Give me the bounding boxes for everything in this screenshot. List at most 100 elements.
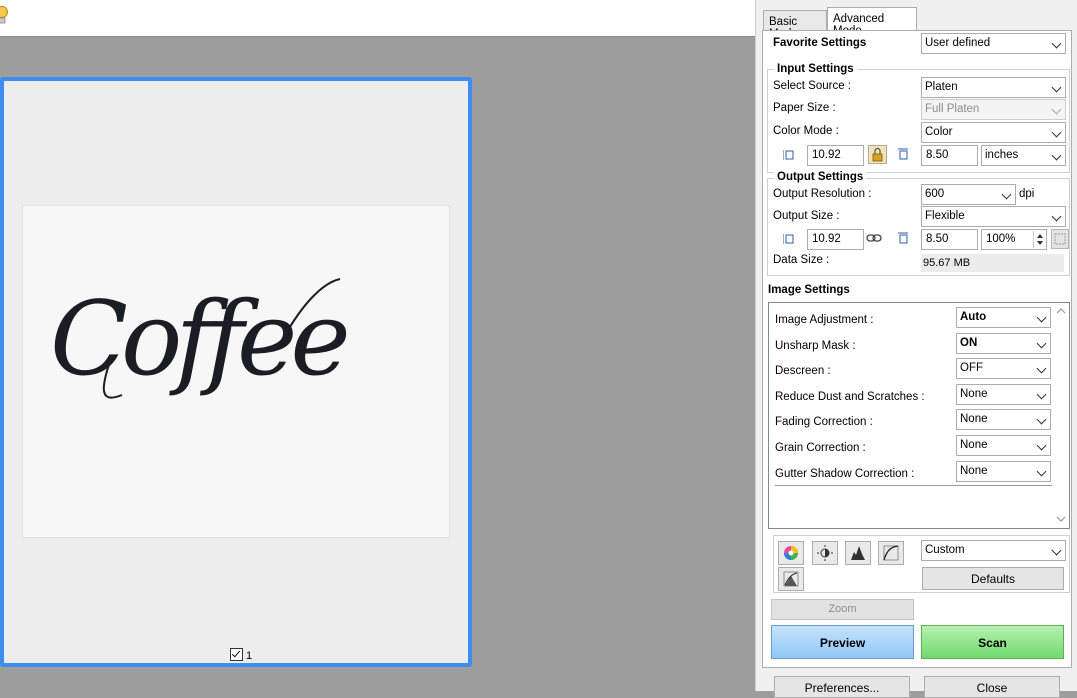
- preferences-button[interactable]: Preferences...: [774, 676, 910, 698]
- input-settings-title: Input Settings: [774, 63, 857, 75]
- scroll-down-icon: [1056, 516, 1066, 522]
- image-settings-title: Image Settings: [768, 284, 850, 296]
- chevron-down-icon: [1036, 312, 1047, 323]
- chevron-down-icon: [1036, 414, 1047, 425]
- image-setting-value: OFF: [960, 362, 983, 374]
- final-review-button[interactable]: [778, 567, 804, 591]
- chevron-down-icon: [1051, 150, 1062, 161]
- thumbnail-selector[interactable]: 1: [230, 648, 252, 662]
- output-resolution-dropdown[interactable]: 600: [921, 184, 1016, 205]
- chevron-down-icon: [1051, 38, 1062, 49]
- scanned-lettering-text: Coffee: [50, 280, 351, 399]
- chevron-down-icon: [1036, 363, 1047, 374]
- spin-arrows-icon[interactable]: [1033, 231, 1045, 248]
- preview-toolbar: [0, 0, 755, 37]
- select-source-dropdown[interactable]: Platen: [921, 77, 1066, 98]
- unit-dropdown[interactable]: inches: [981, 145, 1066, 166]
- chevron-down-icon: [1036, 389, 1047, 400]
- preview-button[interactable]: Preview: [771, 625, 914, 659]
- output-settings-title: Output Settings: [774, 171, 867, 183]
- image-setting-dropdown[interactable]: Auto: [956, 307, 1051, 328]
- image-setting-label: Image Adjustment :: [775, 314, 874, 326]
- lock-icon: [872, 147, 883, 162]
- color-balance-button[interactable]: [778, 541, 804, 565]
- scale-spinbox[interactable]: 100%: [981, 229, 1047, 250]
- image-settings-scrollbar[interactable]: [1053, 303, 1069, 528]
- chevron-down-icon: [1036, 466, 1047, 477]
- width-icon: [783, 150, 794, 160]
- image-setting-label: Fading Correction :: [775, 416, 873, 428]
- histogram-button[interactable]: [845, 541, 871, 565]
- color-mode-value: Color: [925, 126, 953, 138]
- data-size-label: Data Size :: [773, 254, 830, 266]
- lightbulb-icon[interactable]: [0, 2, 10, 28]
- image-setting-dropdown[interactable]: None: [956, 384, 1051, 405]
- brightness-icon: [817, 545, 833, 561]
- select-source-value: Platen: [925, 81, 958, 93]
- image-setting-label: Descreen :: [775, 365, 831, 377]
- output-size-label: Output Size :: [773, 210, 840, 222]
- unit-value: inches: [985, 149, 1019, 161]
- output-width-field[interactable]: 10.92: [807, 229, 864, 250]
- threshold-icon: [783, 571, 799, 587]
- histogram-icon: [851, 546, 865, 560]
- output-size-dropdown[interactable]: Flexible: [921, 206, 1066, 227]
- chain-link-icon[interactable]: [866, 233, 882, 243]
- tone-curve-button[interactable]: [878, 541, 904, 565]
- chevron-down-icon: [1001, 189, 1012, 200]
- image-setting-value: None: [960, 439, 988, 451]
- image-setting-dropdown[interactable]: None: [956, 435, 1051, 456]
- height-icon: [898, 232, 908, 244]
- scale-value: 100%: [986, 233, 1016, 245]
- select-source-label: Select Source :: [773, 80, 851, 92]
- aspect-lock-button[interactable]: [868, 145, 887, 164]
- zoom-button[interactable]: Zoom: [771, 599, 914, 620]
- list-divider: [775, 485, 1052, 486]
- output-height-field[interactable]: 8.50: [921, 229, 978, 250]
- data-size-value: 95.67 MB: [921, 254, 1064, 272]
- image-setting-dropdown[interactable]: OFF: [956, 358, 1051, 379]
- paper-size-dropdown: Full Platen: [921, 99, 1066, 120]
- scan-button[interactable]: Scan: [921, 625, 1064, 659]
- checkbox-icon[interactable]: [230, 648, 243, 661]
- crop-frame-icon: [1054, 233, 1066, 245]
- tab-advanced-mode[interactable]: Advanced Mode: [827, 7, 917, 37]
- image-setting-value: None: [960, 388, 988, 400]
- dpi-label: dpi: [1019, 188, 1035, 200]
- brightness-contrast-button[interactable]: [812, 541, 838, 565]
- thumbnail-number: 1: [246, 650, 253, 662]
- image-setting-value: ON: [960, 337, 978, 349]
- color-mode-label: Color Mode :: [773, 125, 839, 137]
- favorite-settings-value: User defined: [925, 37, 991, 49]
- chevron-down-icon: [1051, 104, 1062, 115]
- image-setting-value: Auto: [960, 311, 987, 323]
- chevron-down-icon: [1051, 545, 1062, 556]
- input-width-field[interactable]: 10.92: [807, 145, 864, 166]
- chevron-down-icon: [1036, 440, 1047, 451]
- image-setting-dropdown[interactable]: None: [956, 461, 1051, 482]
- defaults-button[interactable]: Defaults: [922, 567, 1064, 590]
- image-setting-dropdown[interactable]: None: [956, 409, 1051, 430]
- tone-preset-value: Custom: [925, 544, 965, 556]
- image-setting-label: Gutter Shadow Correction :: [775, 468, 915, 480]
- image-setting-value: None: [960, 465, 988, 477]
- tab-basic-mode[interactable]: Basic Mode: [763, 10, 827, 40]
- input-height-field[interactable]: 8.50: [921, 145, 978, 166]
- tone-preset-dropdown[interactable]: Custom: [921, 540, 1066, 561]
- image-setting-label: Grain Correction :: [775, 442, 866, 454]
- size-options-button[interactable]: [1051, 229, 1069, 249]
- scanned-image: Coffee: [22, 205, 450, 538]
- image-setting-value: None: [960, 413, 988, 425]
- close-button[interactable]: Close: [924, 676, 1060, 698]
- output-size-value: Flexible: [925, 210, 965, 222]
- chevron-down-icon: [1051, 211, 1062, 222]
- paper-size-value: Full Platen: [925, 103, 980, 115]
- color-mode-dropdown[interactable]: Color: [921, 122, 1066, 143]
- chevron-down-icon: [1051, 82, 1062, 93]
- width-icon: [783, 234, 794, 244]
- curve-icon: [883, 545, 899, 561]
- image-setting-dropdown[interactable]: ON: [956, 333, 1051, 354]
- chevron-down-icon: [1051, 127, 1062, 138]
- favorite-settings-dropdown[interactable]: User defined: [921, 33, 1066, 54]
- color-wheel-icon: [784, 546, 798, 560]
